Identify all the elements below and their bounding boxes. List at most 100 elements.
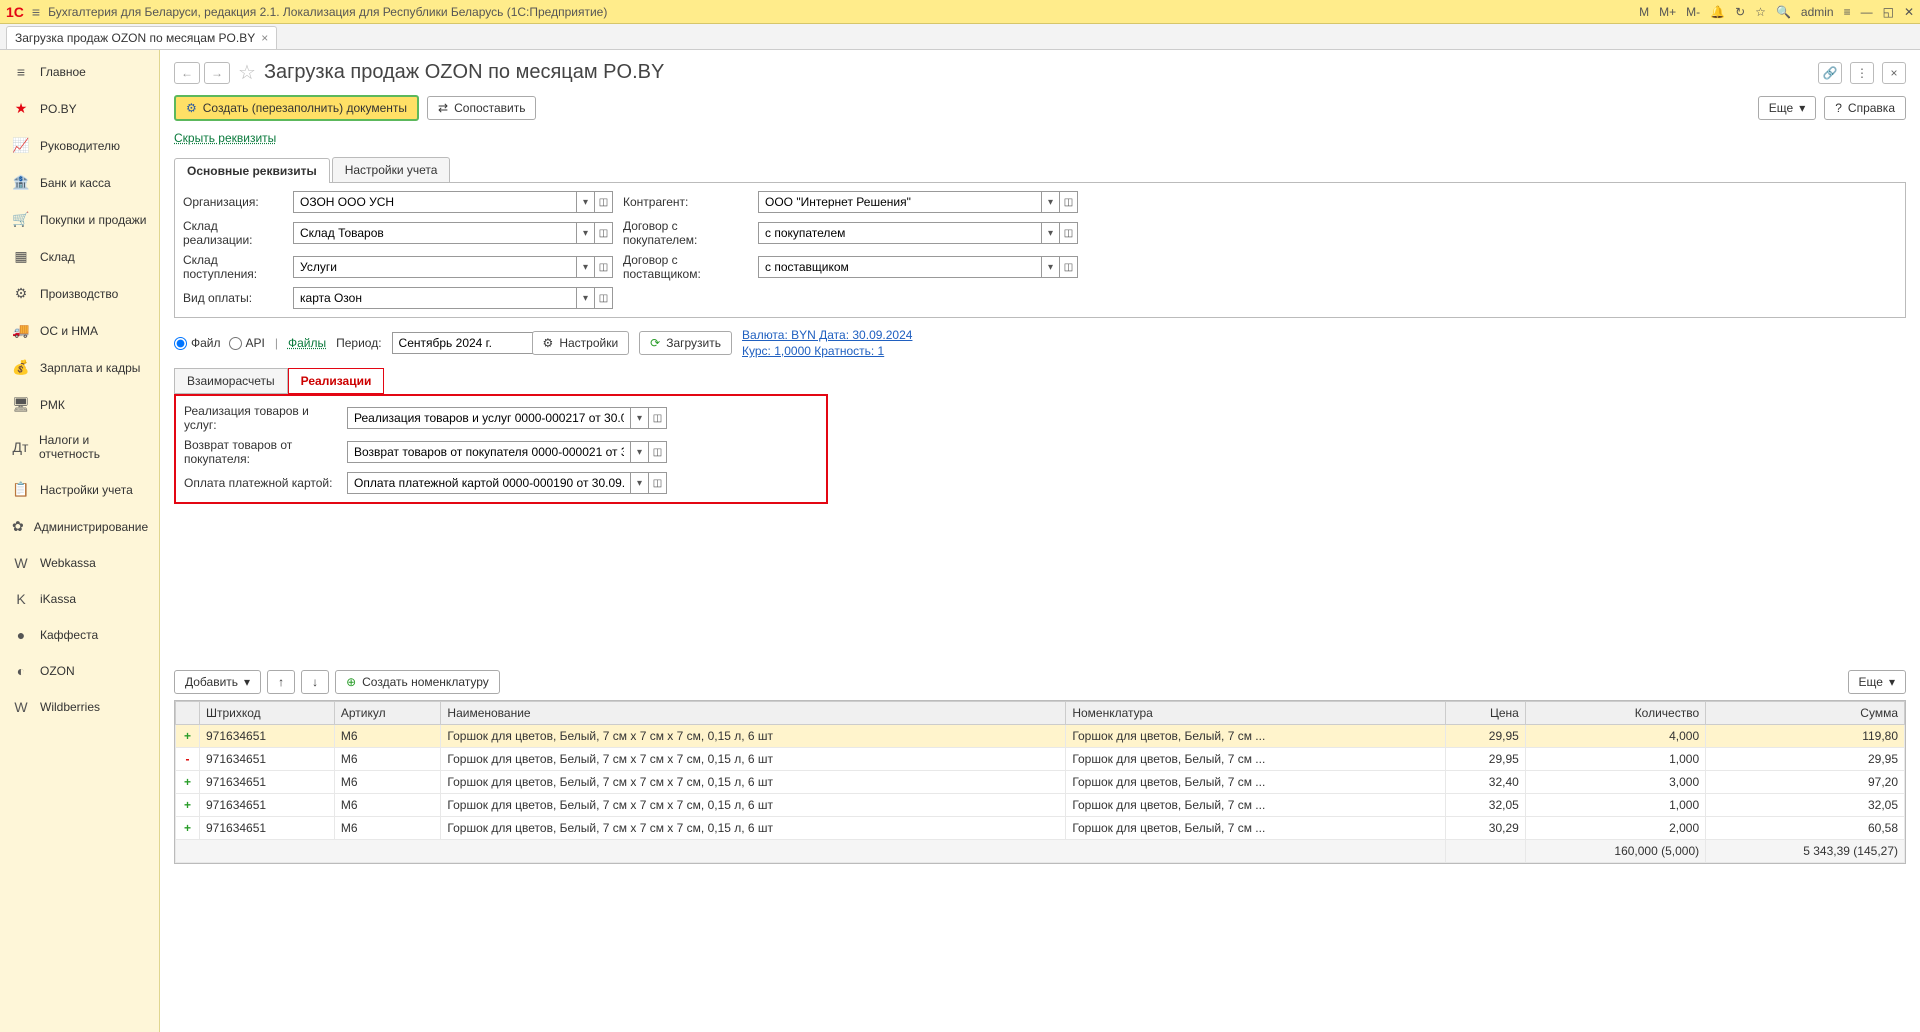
restore-icon[interactable]: ◱ <box>1883 5 1894 19</box>
col-nomenclature[interactable]: Номенклатура <box>1066 702 1446 725</box>
doc-sale-input[interactable] <box>347 407 631 429</box>
wh-sale-input[interactable] <box>293 222 577 244</box>
move-down-button[interactable]: ↓ <box>301 670 329 694</box>
open-tab[interactable]: Загрузка продаж OZON по месяцам PO.BY × <box>6 26 277 49</box>
contr-supplier-input[interactable] <box>758 256 1042 278</box>
pay-input[interactable] <box>293 287 577 309</box>
dropdown-icon[interactable]: ▾ <box>1042 256 1060 278</box>
hide-requisites-link[interactable]: Скрыть реквизиты <box>174 131 276 145</box>
compare-button[interactable]: ⇄ Сопоставить <box>427 96 536 120</box>
sidebar-item-6[interactable]: ⚙Производство <box>0 275 159 312</box>
table-row[interactable]: -971634651M6Горшок для цветов, Белый, 7 … <box>176 748 1905 771</box>
rate-link[interactable]: Курс: 1,0000 Кратность: 1 <box>742 344 912 358</box>
create-documents-button[interactable]: ⚙ Создать (перезаполнить) документы <box>174 95 419 121</box>
attach-icon[interactable]: 🔗 <box>1818 62 1842 84</box>
open-icon[interactable]: ◫ <box>1060 222 1078 244</box>
open-icon[interactable]: ◫ <box>1060 256 1078 278</box>
sidebar-item-1[interactable]: ★PO.BY <box>0 90 159 127</box>
sidebar-item-8[interactable]: 💰Зарплата и кадры <box>0 349 159 386</box>
minimize-icon[interactable]: — <box>1861 5 1873 19</box>
load-button[interactable]: ⟳Загрузить <box>639 331 732 355</box>
sidebar-item-5[interactable]: ▦Склад <box>0 238 159 275</box>
bell-icon[interactable]: 🔔 <box>1710 5 1725 19</box>
currency-date-link[interactable]: Валюта: BYN Дата: 30.09.2024 <box>742 328 912 342</box>
close-page-icon[interactable]: × <box>1882 62 1906 84</box>
sidebar-item-12[interactable]: ✿Администрирование <box>0 508 159 545</box>
col-sum[interactable]: Сумма <box>1706 702 1905 725</box>
open-icon[interactable]: ◫ <box>595 191 613 213</box>
dropdown-icon[interactable]: ▾ <box>577 287 595 309</box>
table-row[interactable]: +971634651M6Горшок для цветов, Белый, 7 … <box>176 771 1905 794</box>
kebab-icon[interactable]: ⋮ <box>1850 62 1874 84</box>
open-icon[interactable]: ◫ <box>649 472 667 494</box>
table-row[interactable]: +971634651M6Горшок для цветов, Белый, 7 … <box>176 725 1905 748</box>
open-icon[interactable]: ◫ <box>595 222 613 244</box>
star-icon[interactable]: ☆ <box>1755 5 1766 19</box>
memory-m[interactable]: M <box>1639 5 1649 19</box>
help-button[interactable]: ? Справка <box>1824 96 1906 120</box>
sidebar-item-16[interactable]: ◐OZON <box>0 653 159 689</box>
files-link[interactable]: Файлы <box>288 336 326 350</box>
close-tab-icon[interactable]: × <box>261 31 268 45</box>
doc-return-input[interactable] <box>347 441 631 463</box>
contragent-input[interactable] <box>758 191 1042 213</box>
sidebar-item-0[interactable]: ≡Главное <box>0 54 159 90</box>
table-more-button[interactable]: Еще ▾ <box>1848 670 1906 694</box>
dropdown-icon[interactable]: ▾ <box>1042 222 1060 244</box>
menu-icon[interactable]: ≡ <box>32 4 40 20</box>
close-app-icon[interactable]: ✕ <box>1904 5 1914 19</box>
contr-buyer-input[interactable] <box>758 222 1042 244</box>
more-button[interactable]: Еще ▾ <box>1758 96 1816 120</box>
org-input[interactable] <box>293 191 577 213</box>
user-label[interactable]: admin <box>1801 5 1834 19</box>
tab-sales[interactable]: Реализации <box>288 368 385 394</box>
settings-button[interactable]: ⚙Настройки <box>532 331 630 355</box>
add-button[interactable]: Добавить ▾ <box>174 670 261 694</box>
tab-accounting[interactable]: Настройки учета <box>332 157 451 182</box>
dropdown-icon[interactable]: ▾ <box>631 407 649 429</box>
table-row[interactable]: +971634651M6Горшок для цветов, Белый, 7 … <box>176 794 1905 817</box>
open-icon[interactable]: ◫ <box>649 441 667 463</box>
open-icon[interactable]: ◫ <box>595 256 613 278</box>
sidebar-item-4[interactable]: 🛒Покупки и продажи <box>0 201 159 238</box>
sidebar-item-10[interactable]: ДтНалоги и отчетность <box>0 423 159 471</box>
sidebar-item-14[interactable]: KiKassa <box>0 581 159 617</box>
dropdown-icon[interactable]: ▾ <box>577 191 595 213</box>
nav-back-button[interactable]: ← <box>174 62 200 84</box>
table-row[interactable]: +971634651M6Горшок для цветов, Белый, 7 … <box>176 817 1905 840</box>
col-price[interactable]: Цена <box>1446 702 1525 725</box>
sidebar-item-3[interactable]: 🏦Банк и касса <box>0 164 159 201</box>
doc-card-input[interactable] <box>347 472 631 494</box>
move-up-button[interactable]: ↑ <box>267 670 295 694</box>
history-icon[interactable]: ↻ <box>1735 5 1745 19</box>
sidebar-item-7[interactable]: 🚚ОС и НМА <box>0 312 159 349</box>
dropdown-icon[interactable]: ▾ <box>631 472 649 494</box>
sidebar-item-17[interactable]: WWildberries <box>0 689 159 725</box>
sidebar-item-2[interactable]: 📈Руководителю <box>0 127 159 164</box>
memory-mplus[interactable]: M+ <box>1659 5 1676 19</box>
open-icon[interactable]: ◫ <box>595 287 613 309</box>
open-icon[interactable]: ◫ <box>649 407 667 429</box>
radio-api[interactable]: API <box>229 336 265 350</box>
dropdown-icon[interactable]: ▾ <box>1042 191 1060 213</box>
memory-mminus[interactable]: M- <box>1686 5 1700 19</box>
dropdown-icon[interactable]: ▾ <box>577 222 595 244</box>
col-barcode[interactable]: Штрихкод <box>200 702 335 725</box>
dropdown-icon[interactable]: ▾ <box>577 256 595 278</box>
create-nomenclature-button[interactable]: ⊕Создать номенклатуру <box>335 670 500 694</box>
tab-settlements[interactable]: Взаиморасчеты <box>174 368 288 394</box>
more-icon[interactable]: ≡ <box>1844 5 1851 19</box>
col-qty[interactable]: Количество <box>1525 702 1705 725</box>
col-article[interactable]: Артикул <box>334 702 441 725</box>
radio-file[interactable]: Файл <box>174 336 221 350</box>
dropdown-icon[interactable]: ▾ <box>631 441 649 463</box>
sidebar-item-13[interactable]: WWebkassa <box>0 545 159 581</box>
sidebar-item-11[interactable]: 📋Настройки учета <box>0 471 159 508</box>
sidebar-item-9[interactable]: 🖥РМК <box>0 386 159 423</box>
open-icon[interactable]: ◫ <box>1060 191 1078 213</box>
sidebar-item-15[interactable]: ●Каффеста <box>0 617 159 653</box>
col-name[interactable]: Наименование <box>441 702 1066 725</box>
tab-main-reqs[interactable]: Основные реквизиты <box>174 158 330 183</box>
nav-forward-button[interactable]: → <box>204 62 230 84</box>
wh-in-input[interactable] <box>293 256 577 278</box>
